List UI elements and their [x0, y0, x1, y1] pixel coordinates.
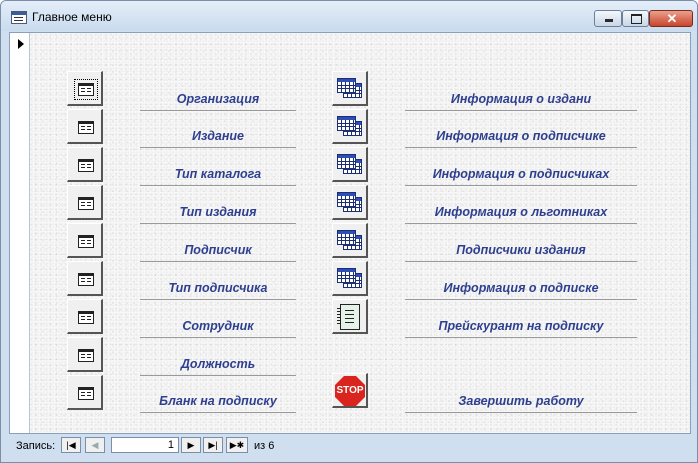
first-record-button[interactable]: |◀: [61, 437, 81, 453]
open-subscription-info-button[interactable]: [332, 261, 368, 296]
main-menu-window: Главное меню ✕ Организация Издание Тип к…: [0, 0, 698, 463]
label-price-list[interactable]: Прейскурант на подписку: [405, 319, 637, 338]
open-employee-button[interactable]: [67, 299, 103, 334]
open-subscribers-info-button[interactable]: [332, 147, 368, 182]
open-organization-button[interactable]: [67, 71, 103, 106]
label-catalog-type[interactable]: Тип каталога: [140, 167, 296, 186]
label-publication-info[interactable]: Информация о издани: [405, 92, 637, 111]
label-publication-type[interactable]: Тип издания: [140, 205, 296, 224]
table-icon: [337, 268, 362, 288]
table-icon: [337, 230, 362, 250]
open-price-list-button[interactable]: [332, 299, 368, 334]
table-icon: [337, 78, 362, 98]
label-organization[interactable]: Организация: [140, 92, 296, 111]
label-subscribers-info[interactable]: Информация о подписчиках: [405, 167, 637, 186]
open-subscriber-button[interactable]: [67, 223, 103, 258]
open-publication-info-button[interactable]: [332, 71, 368, 106]
label-publication[interactable]: Издание: [140, 129, 296, 148]
window-title: Главное меню: [32, 10, 112, 24]
form-icon: [78, 197, 94, 210]
notebook-icon: [337, 304, 360, 330]
form-icon: [78, 273, 94, 286]
minimize-button[interactable]: [594, 10, 622, 27]
form-body: Организация Издание Тип каталога Тип изд…: [9, 32, 691, 434]
record-navigation-bar: Запись: |◀ ◀ 1 ▶ ▶| ▶✱ из 6: [9, 433, 689, 457]
last-record-button[interactable]: ▶|: [203, 437, 223, 453]
table-icon: [337, 116, 362, 136]
form-icon: [78, 235, 94, 248]
label-subscription-info[interactable]: Информация о подписке: [405, 281, 637, 300]
new-record-button[interactable]: ▶✱: [226, 437, 248, 453]
form-icon: [78, 387, 94, 400]
current-record-arrow-icon: [18, 39, 24, 49]
form-icon: [78, 121, 94, 134]
next-record-button[interactable]: ▶: [181, 437, 201, 453]
close-button[interactable]: ✕: [649, 10, 693, 27]
table-icon: [337, 192, 362, 212]
record-selector[interactable]: [10, 33, 30, 433]
label-subscriber-info[interactable]: Информация о подписчике: [405, 129, 637, 148]
form-icon: [78, 349, 94, 362]
previous-record-button[interactable]: ◀: [85, 437, 105, 453]
minimize-icon: [605, 19, 613, 22]
title-bar[interactable]: Главное меню ✕: [1, 1, 697, 31]
record-count: из 6: [254, 440, 275, 452]
close-icon: ✕: [666, 11, 678, 26]
open-subscription-form-button[interactable]: [67, 375, 103, 410]
open-subscriber-info-button[interactable]: [332, 109, 368, 144]
form-icon: [78, 159, 94, 172]
label-subscriber[interactable]: Подписчик: [140, 243, 296, 262]
open-position-button[interactable]: [67, 337, 103, 372]
label-exit[interactable]: Завершить работу: [405, 394, 637, 413]
maximize-button[interactable]: [622, 10, 649, 27]
open-catalog-type-button[interactable]: [67, 147, 103, 182]
form-icon: [11, 11, 27, 24]
open-subscriber-type-button[interactable]: [67, 261, 103, 296]
open-publication-type-button[interactable]: [67, 185, 103, 220]
label-beneficiaries-info[interactable]: Информация о льготниках: [405, 205, 637, 224]
current-record-field[interactable]: 1: [111, 437, 179, 453]
label-subscriber-type[interactable]: Тип подписчика: [140, 281, 296, 300]
open-beneficiaries-info-button[interactable]: [332, 185, 368, 220]
label-position[interactable]: Должность: [140, 357, 296, 376]
record-label: Запись:: [16, 440, 56, 452]
open-publication-subscribers-button[interactable]: [332, 223, 368, 258]
label-publication-subscribers[interactable]: Подписчики издания: [405, 243, 637, 262]
open-publication-button[interactable]: [67, 109, 103, 144]
exit-button[interactable]: STOP: [332, 373, 368, 408]
label-employee[interactable]: Сотрудник: [140, 319, 296, 338]
label-subscription-form[interactable]: Бланк на подписку: [140, 394, 296, 413]
maximize-icon: [631, 14, 642, 24]
stop-icon: STOP: [335, 376, 365, 406]
form-icon: [78, 311, 94, 324]
form-icon: [74, 79, 98, 100]
table-icon: [337, 154, 362, 174]
